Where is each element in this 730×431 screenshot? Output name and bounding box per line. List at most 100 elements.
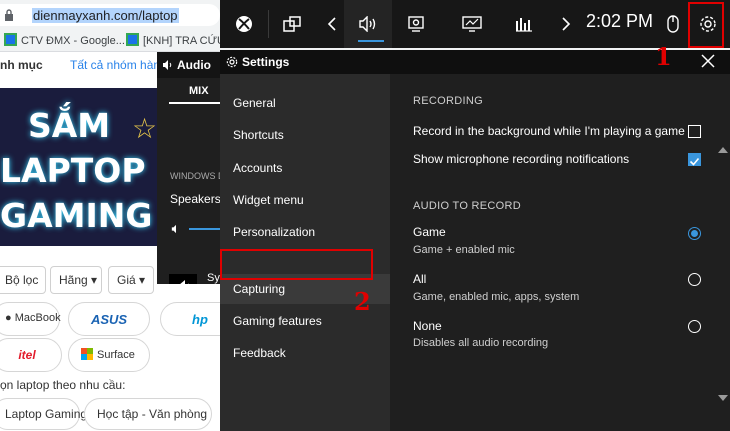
bookmark-ctv[interactable]: CTV ĐMX - Google... <box>4 33 125 47</box>
banner-line: SẮM <box>28 106 111 145</box>
device-section-label: WINDOWS D <box>170 171 225 181</box>
need-office[interactable]: Học tập - Văn phòng <box>84 398 212 430</box>
scroll-up-icon[interactable] <box>718 147 728 153</box>
audio-option-none-label: None <box>413 319 442 333</box>
performance-icon <box>462 16 482 32</box>
xbox-icon <box>236 16 252 32</box>
scroll-left-button[interactable] <box>320 0 344 48</box>
xbox-button[interactable] <box>224 0 264 48</box>
record-background-checkbox[interactable] <box>688 125 701 138</box>
record-background-label: Record in the background while I'm playi… <box>413 124 685 138</box>
itel-logo: itel <box>18 348 36 362</box>
banner-line: LAPTOP <box>0 151 146 190</box>
brand-label: Surface <box>97 349 135 361</box>
resources-icon <box>516 18 532 32</box>
price-dropdown[interactable]: Giá ▾ <box>108 266 154 294</box>
price-label: Giá <box>117 273 136 287</box>
bookmark-favicon-icon <box>4 33 17 46</box>
speaker-icon <box>163 60 172 70</box>
brand-label: MacBook <box>14 312 61 324</box>
bookmark-label: CTV ĐMX - Google... <box>21 35 125 47</box>
nav-item-feedback[interactable]: Feedback <box>233 346 286 360</box>
asus-logo: ASUS <box>90 312 128 327</box>
audio-widget-header: Audio <box>157 52 227 78</box>
recording-heading: RECORDING <box>413 95 483 107</box>
need-label: Laptop Gaming <box>5 407 88 421</box>
close-icon[interactable] <box>701 54 715 68</box>
all-categories-link[interactable]: Tất cả nhóm hàng <box>70 58 167 72</box>
capture-widget-button[interactable] <box>392 0 440 48</box>
category-menu[interactable]: nh mục <box>0 58 43 72</box>
brand-surface[interactable]: Surface <box>68 338 150 372</box>
settings-titlebar: Settings <box>220 50 730 74</box>
audio-option-all-radio[interactable] <box>688 273 701 286</box>
mic-notifications-checkbox[interactable] <box>688 153 701 166</box>
nav-item-shortcuts[interactable]: Shortcuts <box>233 128 284 142</box>
volume-icon[interactable] <box>171 224 181 234</box>
nav-item-capturing[interactable]: Capturing <box>233 282 285 296</box>
brand-label: Hãng <box>59 273 88 287</box>
promo-banner[interactable]: SẮM ☆ LAPTOP GAMING <box>0 88 160 246</box>
brand-asus[interactable]: ASUS <box>68 302 150 336</box>
hp-logo: hp <box>192 312 208 327</box>
tab-mix[interactable]: MIX <box>189 85 209 97</box>
scroll-down-icon[interactable] <box>718 395 728 401</box>
nav-item-gaming-features[interactable]: Gaming features <box>233 314 322 328</box>
audio-to-record-heading: AUDIO TO RECORD <box>413 200 521 212</box>
nav-item-general[interactable]: General <box>233 96 276 110</box>
system-sounds-icon <box>169 274 197 284</box>
audio-option-game-label: Game <box>413 225 446 239</box>
need-label: Học tập - Văn phòng <box>97 407 208 421</box>
audio-option-game-radio[interactable] <box>688 227 701 240</box>
address-bar[interactable]: dienmayxanh.com/laptop <box>0 4 220 26</box>
annotation-highlight-capturing <box>220 249 373 280</box>
brand-dropdown[interactable]: Hãng ▾ <box>50 266 102 294</box>
microsoft-icon <box>81 348 93 360</box>
settings-window: Settings General Shortcuts Accounts Widg… <box>220 50 730 431</box>
mic-notifications-label: Show microphone recording notifications <box>413 152 630 166</box>
settings-title: Settings <box>242 55 290 69</box>
caret-down-icon: ▾ <box>139 273 146 287</box>
apple-icon: ● <box>5 312 12 324</box>
audio-option-all-label: All <box>413 272 427 286</box>
separator <box>268 10 269 38</box>
filter-label: Bộ lọc <box>5 273 39 287</box>
lock-icon <box>5 9 13 21</box>
nav-item-accounts[interactable]: Accounts <box>233 161 282 175</box>
bookmark-favicon-icon <box>126 33 139 46</box>
audio-widget: Audio MIX WINDOWS D Speakers Sys Xb <box>157 52 227 284</box>
widget-menu-button[interactable] <box>272 0 312 48</box>
mouse-button[interactable] <box>660 0 686 48</box>
active-indicator <box>358 40 384 42</box>
gear-icon <box>226 56 238 68</box>
banner-line: GAMING <box>0 196 153 235</box>
audio-option-none-radio[interactable] <box>688 320 701 333</box>
url-text: dienmayxanh.com/laptop <box>32 8 179 23</box>
device-name[interactable]: Speakers <box>170 192 221 206</box>
chevron-right-icon <box>562 17 571 31</box>
scroll-right-button[interactable] <box>554 0 578 48</box>
mouse-icon <box>667 15 679 33</box>
filter-button[interactable]: Bộ lọc <box>0 266 46 294</box>
star-icon: ☆ <box>132 113 158 144</box>
nav-item-personalization[interactable]: Personalization <box>233 225 315 239</box>
chevron-left-icon <box>327 17 336 31</box>
annotation-step-2: 2 <box>354 287 371 316</box>
settings-content: RECORDING Record in the background while… <box>390 74 730 431</box>
needs-prompt: ọn laptop theo nhu cầu: <box>0 378 126 392</box>
widget-icon <box>283 16 301 32</box>
capture-icon <box>408 16 424 32</box>
annotation-highlight-settings <box>688 2 724 48</box>
bookmark-knh[interactable]: [KNH] TRA CỨU <box>126 33 225 47</box>
resources-widget-button[interactable] <box>500 0 548 48</box>
xbox-game-bar: 2:02 PM <box>220 0 730 48</box>
tab-mix-indicator <box>169 102 227 104</box>
nav-item-widget-menu[interactable]: Widget menu <box>233 193 304 207</box>
audio-option-game-desc: Game + enabled mic <box>413 244 515 256</box>
annotation-step-1: 1 <box>655 42 672 71</box>
brand-itel[interactable]: itel <box>0 338 62 372</box>
brand-macbook[interactable]: ● MacBook <box>0 302 61 336</box>
performance-widget-button[interactable] <box>448 0 496 48</box>
audio-option-all-desc: Game, enabled mic, apps, system <box>413 291 580 303</box>
need-gaming[interactable]: Laptop Gaming <box>0 398 87 430</box>
